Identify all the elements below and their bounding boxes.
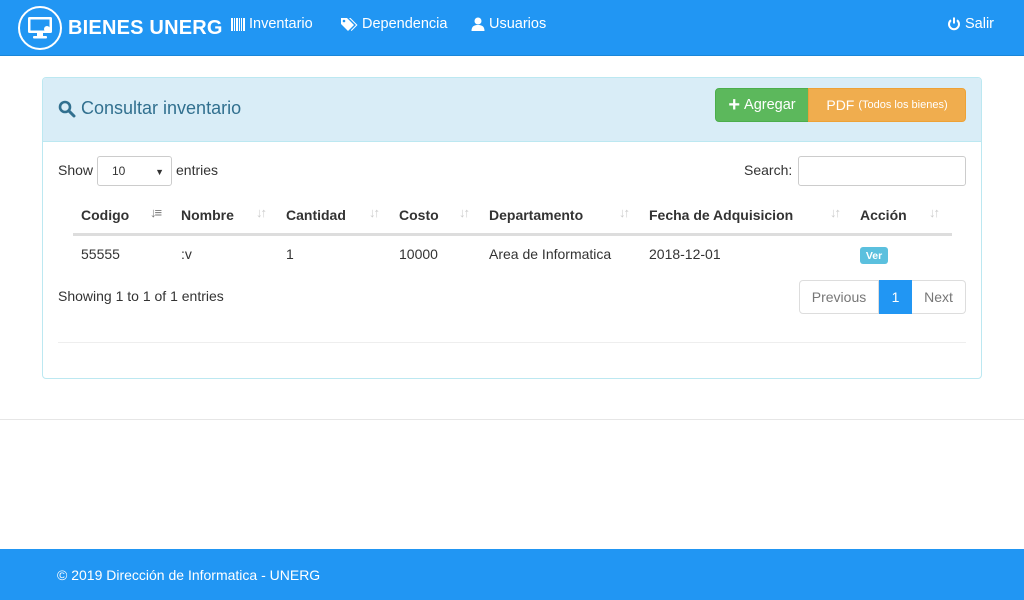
add-button-label: Agregar (744, 97, 796, 113)
column-header-nombre[interactable]: Nombre (181, 207, 234, 223)
sort-icon[interactable]: ↓↑ (459, 205, 470, 220)
pdf-button-note: (Todos los bienes) (858, 99, 948, 111)
caret-down-icon: ▼ (155, 167, 164, 177)
nav-item-dependencia[interactable]: Dependencia (340, 16, 447, 32)
logout-link[interactable]: Salir (947, 16, 994, 32)
pagination-previous[interactable]: Previous (799, 280, 879, 314)
pdf-button[interactable]: PDF (Todos los bienes) (808, 88, 966, 122)
pdf-button-label: PDF (826, 97, 855, 113)
cell-nombre: :v (181, 246, 192, 262)
nav-label-dependencia: Dependencia (362, 16, 448, 32)
cell-fecha: 2018-12-01 (649, 246, 721, 262)
nav-label-inventario: Inventario (249, 16, 313, 32)
column-header-cantidad[interactable]: Cantidad (286, 207, 346, 223)
search-label: Search: (744, 162, 793, 178)
plus-icon: + (728, 94, 741, 116)
barcode-icon (231, 17, 245, 31)
footer: © 2019 Dirección de Informatica - UNERG (0, 549, 1024, 600)
search-icon (58, 100, 76, 117)
brand[interactable]: BIENES UNERG (18, 5, 223, 51)
show-label: Show (58, 162, 94, 178)
cell-codigo: 55555 (81, 246, 120, 262)
sort-icon[interactable]: ↓↑ (369, 205, 380, 220)
panel-title-text: Consultar inventario (81, 98, 242, 118)
panel-heading: Consultar inventario + Agregar PDF (Todo… (43, 78, 981, 142)
sort-icon[interactable]: ↓↑ (929, 205, 940, 220)
panel-title: Consultar inventario (58, 98, 241, 119)
logout-label: Salir (965, 16, 995, 32)
footer-text: © 2019 Dirección de Informatica - UNERG (57, 567, 321, 583)
pagination-next[interactable]: Next (912, 280, 966, 314)
power-icon (948, 17, 960, 31)
page-divider (0, 419, 1024, 420)
sort-icon[interactable]: ↓↑ (256, 205, 267, 220)
user-icon (471, 17, 485, 31)
nav-label-usuarios: Usuarios (489, 16, 547, 32)
column-header-codigo[interactable]: Codigo (81, 207, 129, 223)
sort-asc-icon[interactable]: ↓≡ (150, 205, 162, 220)
navbar: BIENES UNERG Inventario Dependencia Usua… (0, 0, 1024, 56)
column-header-accion[interactable]: Acción (860, 207, 907, 223)
column-header-departamento[interactable]: Departamento (489, 207, 583, 223)
cell-departamento: Area de Informatica (489, 246, 612, 262)
brand-name: BIENES UNERG (68, 16, 223, 39)
table-info: Showing 1 to 1 of 1 entries (58, 288, 224, 304)
entries-select-value: 10 (112, 164, 126, 178)
entries-select[interactable]: 10 ▼ (97, 156, 172, 186)
add-button[interactable]: + Agregar (715, 88, 809, 122)
sort-icon[interactable]: ↓↑ (830, 205, 841, 220)
tags-icon (341, 18, 358, 31)
table-header-divider (73, 233, 952, 236)
entries-label: entries (176, 162, 219, 178)
search-input[interactable] (798, 156, 966, 186)
pagination-page-1[interactable]: 1 (879, 280, 912, 314)
cell-cantidad: 1 (286, 246, 294, 262)
inventory-panel: Consultar inventario + Agregar PDF (Todo… (42, 77, 982, 379)
column-header-costo[interactable]: Costo (399, 207, 439, 223)
nav-item-inventario[interactable]: Inventario (231, 16, 313, 32)
column-header-fecha[interactable]: Fecha de Adquisicion (649, 207, 793, 223)
nav-item-usuarios[interactable]: Usuarios (471, 16, 546, 32)
computer-icon (18, 6, 62, 50)
view-button[interactable]: Ver (860, 247, 888, 264)
cell-costo: 10000 (399, 246, 438, 262)
sort-icon[interactable]: ↓↑ (619, 205, 630, 220)
panel-divider (58, 342, 966, 343)
